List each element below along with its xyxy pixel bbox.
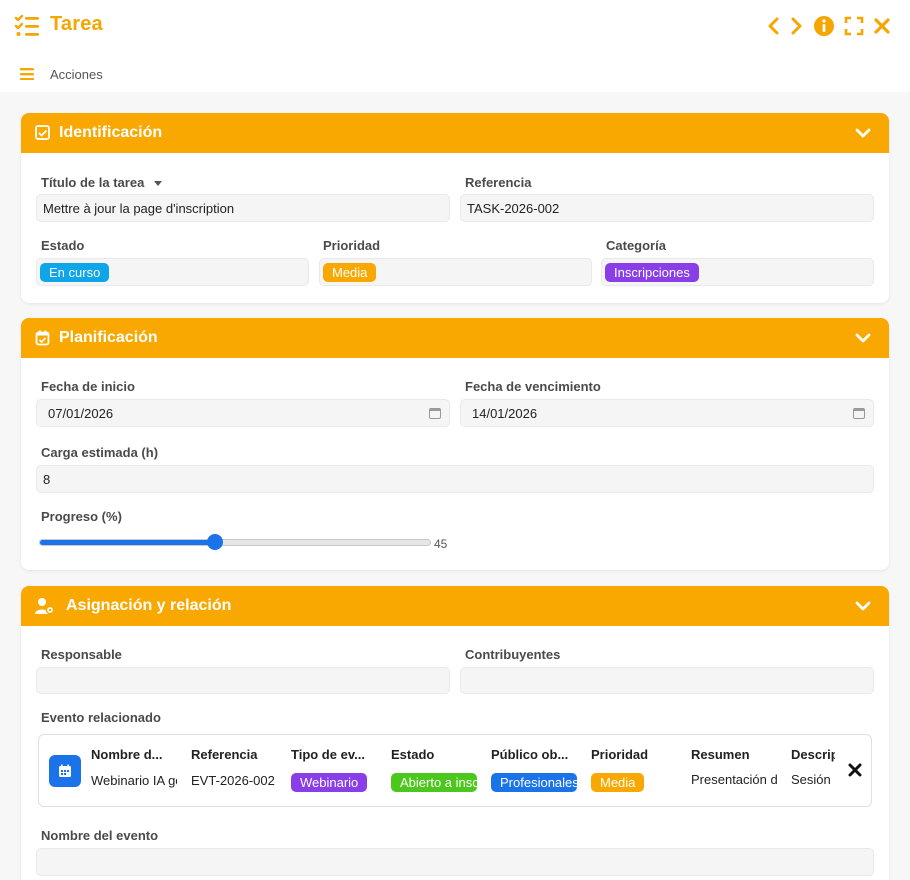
event-estado-chip: Abierto a inscripciones: [391, 773, 477, 792]
actions-label[interactable]: Acciones: [50, 67, 103, 82]
event-calendar-icon: [49, 755, 81, 787]
expand-icon: [844, 16, 864, 36]
asignacion-header[interactable]: Asignación y relación: [21, 586, 889, 626]
estado-field[interactable]: En curso: [36, 258, 309, 286]
progreso-slider-fill: [40, 540, 217, 545]
carga-input[interactable]: 8: [36, 465, 874, 493]
chevron-down-icon[interactable]: [855, 599, 871, 613]
caret-down-icon[interactable]: [153, 180, 163, 188]
carga-label: Carga estimada (h): [41, 445, 159, 460]
chevron-down-icon[interactable]: [855, 126, 871, 140]
event-col-header: Tipo de ev...: [291, 747, 365, 762]
event-col-header: Prioridad: [591, 747, 649, 762]
titulo-label[interactable]: Título de la tarea: [41, 175, 163, 190]
titulo-label-text: Título de la tarea: [41, 175, 145, 190]
progreso-value: 45: [434, 537, 448, 551]
progreso-label: Progreso (%): [41, 509, 122, 524]
form-content: Identificación Título de la tarea Mettre…: [0, 92, 910, 880]
event-col-value: Presentación de: [691, 772, 777, 787]
checkbox-icon: [35, 125, 50, 140]
nombre-evento-label: Nombre del evento: [41, 828, 159, 843]
event-col-header: Referencia: [191, 747, 258, 762]
next-button[interactable]: [785, 14, 809, 38]
titulo-field[interactable]: Mettre à jour la page d'inscription: [36, 194, 450, 222]
inicio-value: 07/01/2026: [48, 406, 114, 421]
user-gear-icon: [35, 598, 55, 615]
event-col-value: Sesión: [791, 772, 831, 787]
event-col-header: Público ob...: [491, 747, 569, 762]
event-col-estado: Estado Abierto a inscripciones: [391, 747, 477, 793]
event-prioridad-chip: Media: [591, 773, 645, 792]
chevron-left-icon: [768, 17, 779, 35]
event-col-prioridad: Prioridad Media: [591, 747, 677, 793]
referencia-field[interactable]: TASK-2026-002: [460, 194, 874, 222]
categoria-chip: Inscripciones: [605, 263, 699, 282]
info-button[interactable]: [812, 14, 836, 38]
calendar-icon[interactable]: [853, 407, 865, 419]
info-icon: [814, 16, 834, 36]
event-col-descripcion: Descripción Sesión: [791, 747, 835, 792]
event-col-header: Resumen: [691, 747, 750, 762]
inicio-label: Fecha de inicio: [41, 379, 135, 394]
responsable-label: Responsable: [41, 647, 122, 662]
event-col-publico: Público ob... Profesionales: [491, 747, 577, 793]
related-event-card[interactable]: Nombre d... Webinario IA generativa Refe…: [38, 734, 872, 807]
section-title: Planificación: [59, 329, 158, 346]
estado-label: Estado: [41, 238, 85, 253]
event-col-tipo: Tipo de ev... Webinario: [291, 747, 377, 793]
contribuyentes-field[interactable]: [460, 667, 874, 694]
calendar-icon[interactable]: [429, 407, 441, 419]
close-button[interactable]: [870, 14, 894, 38]
prioridad-label: Prioridad: [323, 238, 381, 253]
chevron-right-icon: [791, 17, 802, 35]
event-col-resumen: Resumen Presentación de: [691, 747, 777, 792]
event-tipo-chip: Webinario: [291, 773, 368, 792]
vencimiento-date-input[interactable]: 14/01/2026: [460, 399, 874, 427]
section-title: Identificación: [59, 124, 163, 141]
task-list-icon: [14, 14, 39, 36]
referencia-label: Referencia: [465, 175, 532, 190]
evento-label: Evento relacionado: [41, 710, 161, 725]
close-icon: [874, 18, 890, 34]
identificacion-header[interactable]: Identificación: [21, 113, 889, 153]
nombre-evento-field[interactable]: [36, 848, 874, 876]
identificacion-section: Identificación Título de la tarea Mettre…: [21, 113, 889, 303]
inicio-date-input[interactable]: 07/01/2026: [36, 399, 450, 427]
asignacion-section: Asignación y relación Responsable Contri…: [21, 586, 889, 880]
hamburger-menu-icon: [20, 68, 34, 80]
event-col-header: Descripción: [791, 747, 835, 762]
event-col-value: EVT-2026-002: [191, 773, 275, 788]
categoria-field[interactable]: Inscripciones: [601, 258, 874, 286]
event-col-value: Webinario IA generativa: [91, 773, 177, 788]
calendar-check-icon: [35, 330, 50, 346]
window-title: Tarea: [50, 13, 103, 35]
categoria-label: Categoría: [606, 238, 666, 253]
event-col-header: Nombre d...: [91, 747, 163, 762]
remove-event-icon[interactable]: [847, 762, 863, 778]
title-bar: Tarea: [0, 0, 910, 52]
planificacion-header[interactable]: Planificación: [21, 318, 889, 358]
previous-button[interactable]: [761, 14, 785, 38]
planificacion-section: Planificación Fecha de inicio 07/01/2026…: [21, 318, 889, 570]
prioridad-field[interactable]: Media: [319, 258, 592, 286]
chevron-down-icon[interactable]: [855, 331, 871, 345]
responsable-field[interactable]: [36, 667, 450, 694]
task-window: Tarea Acciones Identificación Título de …: [0, 0, 910, 880]
event-col-nombre: Nombre d... Webinario IA generativa: [91, 747, 177, 793]
vencimiento-value: 14/01/2026: [472, 406, 538, 421]
actions-bar[interactable]: Acciones: [0, 56, 910, 92]
section-title: Asignación y relación: [66, 597, 232, 614]
event-col-header: Estado: [391, 747, 435, 762]
prioridad-chip: Media: [323, 263, 377, 282]
maximize-button[interactable]: [842, 14, 866, 38]
progreso-slider-track[interactable]: [39, 539, 431, 546]
event-col-referencia: Referencia EVT-2026-002: [191, 747, 277, 793]
contribuyentes-label: Contribuyentes: [465, 647, 561, 662]
estado-chip: En curso: [40, 263, 110, 282]
vencimiento-label: Fecha de vencimiento: [465, 379, 601, 394]
progreso-slider-thumb[interactable]: [207, 534, 224, 550]
event-publico-chip: Profesionales: [491, 773, 577, 792]
